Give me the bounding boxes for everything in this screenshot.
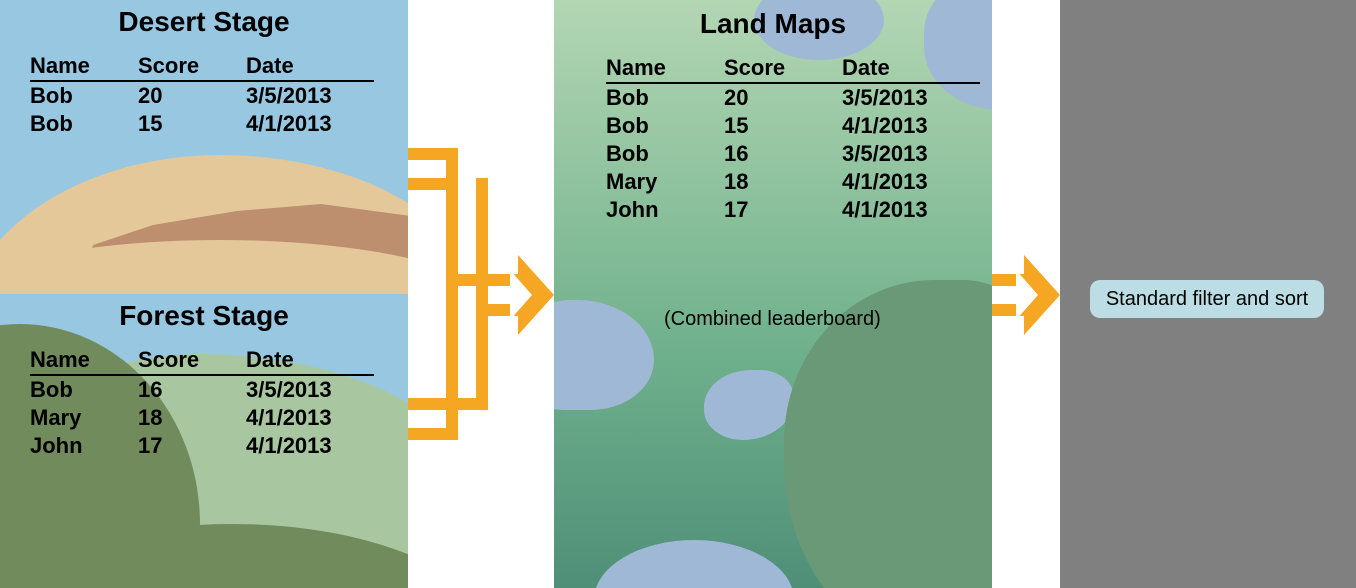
desert-stage-panel: Desert Stage Name Score Date Bob 20 3/5/… xyxy=(0,0,408,294)
table-row: Bob 20 3/5/2013 xyxy=(30,81,374,110)
landmaps-title: Land Maps xyxy=(554,8,992,40)
col-header-score: Score xyxy=(724,54,842,83)
col-header-date: Date xyxy=(246,52,374,81)
forest-leaderboard-table: Name Score Date Bob 16 3/5/2013 Mary 18 … xyxy=(30,346,374,460)
desert-leaderboard-table: Name Score Date Bob 20 3/5/2013 Bob 15 4… xyxy=(30,52,374,138)
table-row: John 17 4/1/2013 xyxy=(606,196,980,224)
land-maps-panel: Land Maps Name Score Date Bob 20 3/5/201… xyxy=(554,0,992,588)
col-header-name: Name xyxy=(30,52,138,81)
table-row: Bob 15 4/1/2013 xyxy=(30,110,374,138)
col-header-score: Score xyxy=(138,346,246,375)
merge-connector xyxy=(476,178,488,410)
table-row: John 17 4/1/2013 xyxy=(30,432,374,460)
forest-stage-panel: Forest Stage Name Score Date Bob 16 3/5/… xyxy=(0,294,408,588)
table-header-row: Name Score Date xyxy=(30,52,374,81)
table-header-row: Name Score Date xyxy=(30,346,374,375)
standard-filter-sort-label: Standard filter and sort xyxy=(1106,288,1308,311)
arrowhead-inner xyxy=(510,270,532,320)
table-header-row: Name Score Date xyxy=(606,54,980,83)
table-row: Bob 15 4/1/2013 xyxy=(606,112,980,140)
col-header-date: Date xyxy=(246,346,374,375)
standard-filter-sort-box: Standard filter and sort xyxy=(1090,280,1324,318)
forest-title: Forest Stage xyxy=(0,300,408,332)
merge-connector xyxy=(408,428,458,440)
col-header-date: Date xyxy=(842,54,980,83)
merge-connector xyxy=(446,148,458,440)
table-row: Bob 20 3/5/2013 xyxy=(606,83,980,112)
col-header-name: Name xyxy=(30,346,138,375)
table-row: Mary 18 4/1/2013 xyxy=(606,168,980,196)
merge-connector xyxy=(408,398,488,410)
table-row: Bob 16 3/5/2013 xyxy=(30,375,374,404)
landmaps-leaderboard-table: Name Score Date Bob 20 3/5/2013 Bob 15 4… xyxy=(606,54,980,224)
combined-leaderboard-caption: (Combined leaderboard) xyxy=(664,308,881,331)
table-row: Mary 18 4/1/2013 xyxy=(30,404,374,432)
arrowhead-inner xyxy=(1016,270,1038,320)
col-header-name: Name xyxy=(606,54,724,83)
col-header-score: Score xyxy=(138,52,246,81)
desert-title: Desert Stage xyxy=(0,6,408,38)
table-row: Bob 16 3/5/2013 xyxy=(606,140,980,168)
